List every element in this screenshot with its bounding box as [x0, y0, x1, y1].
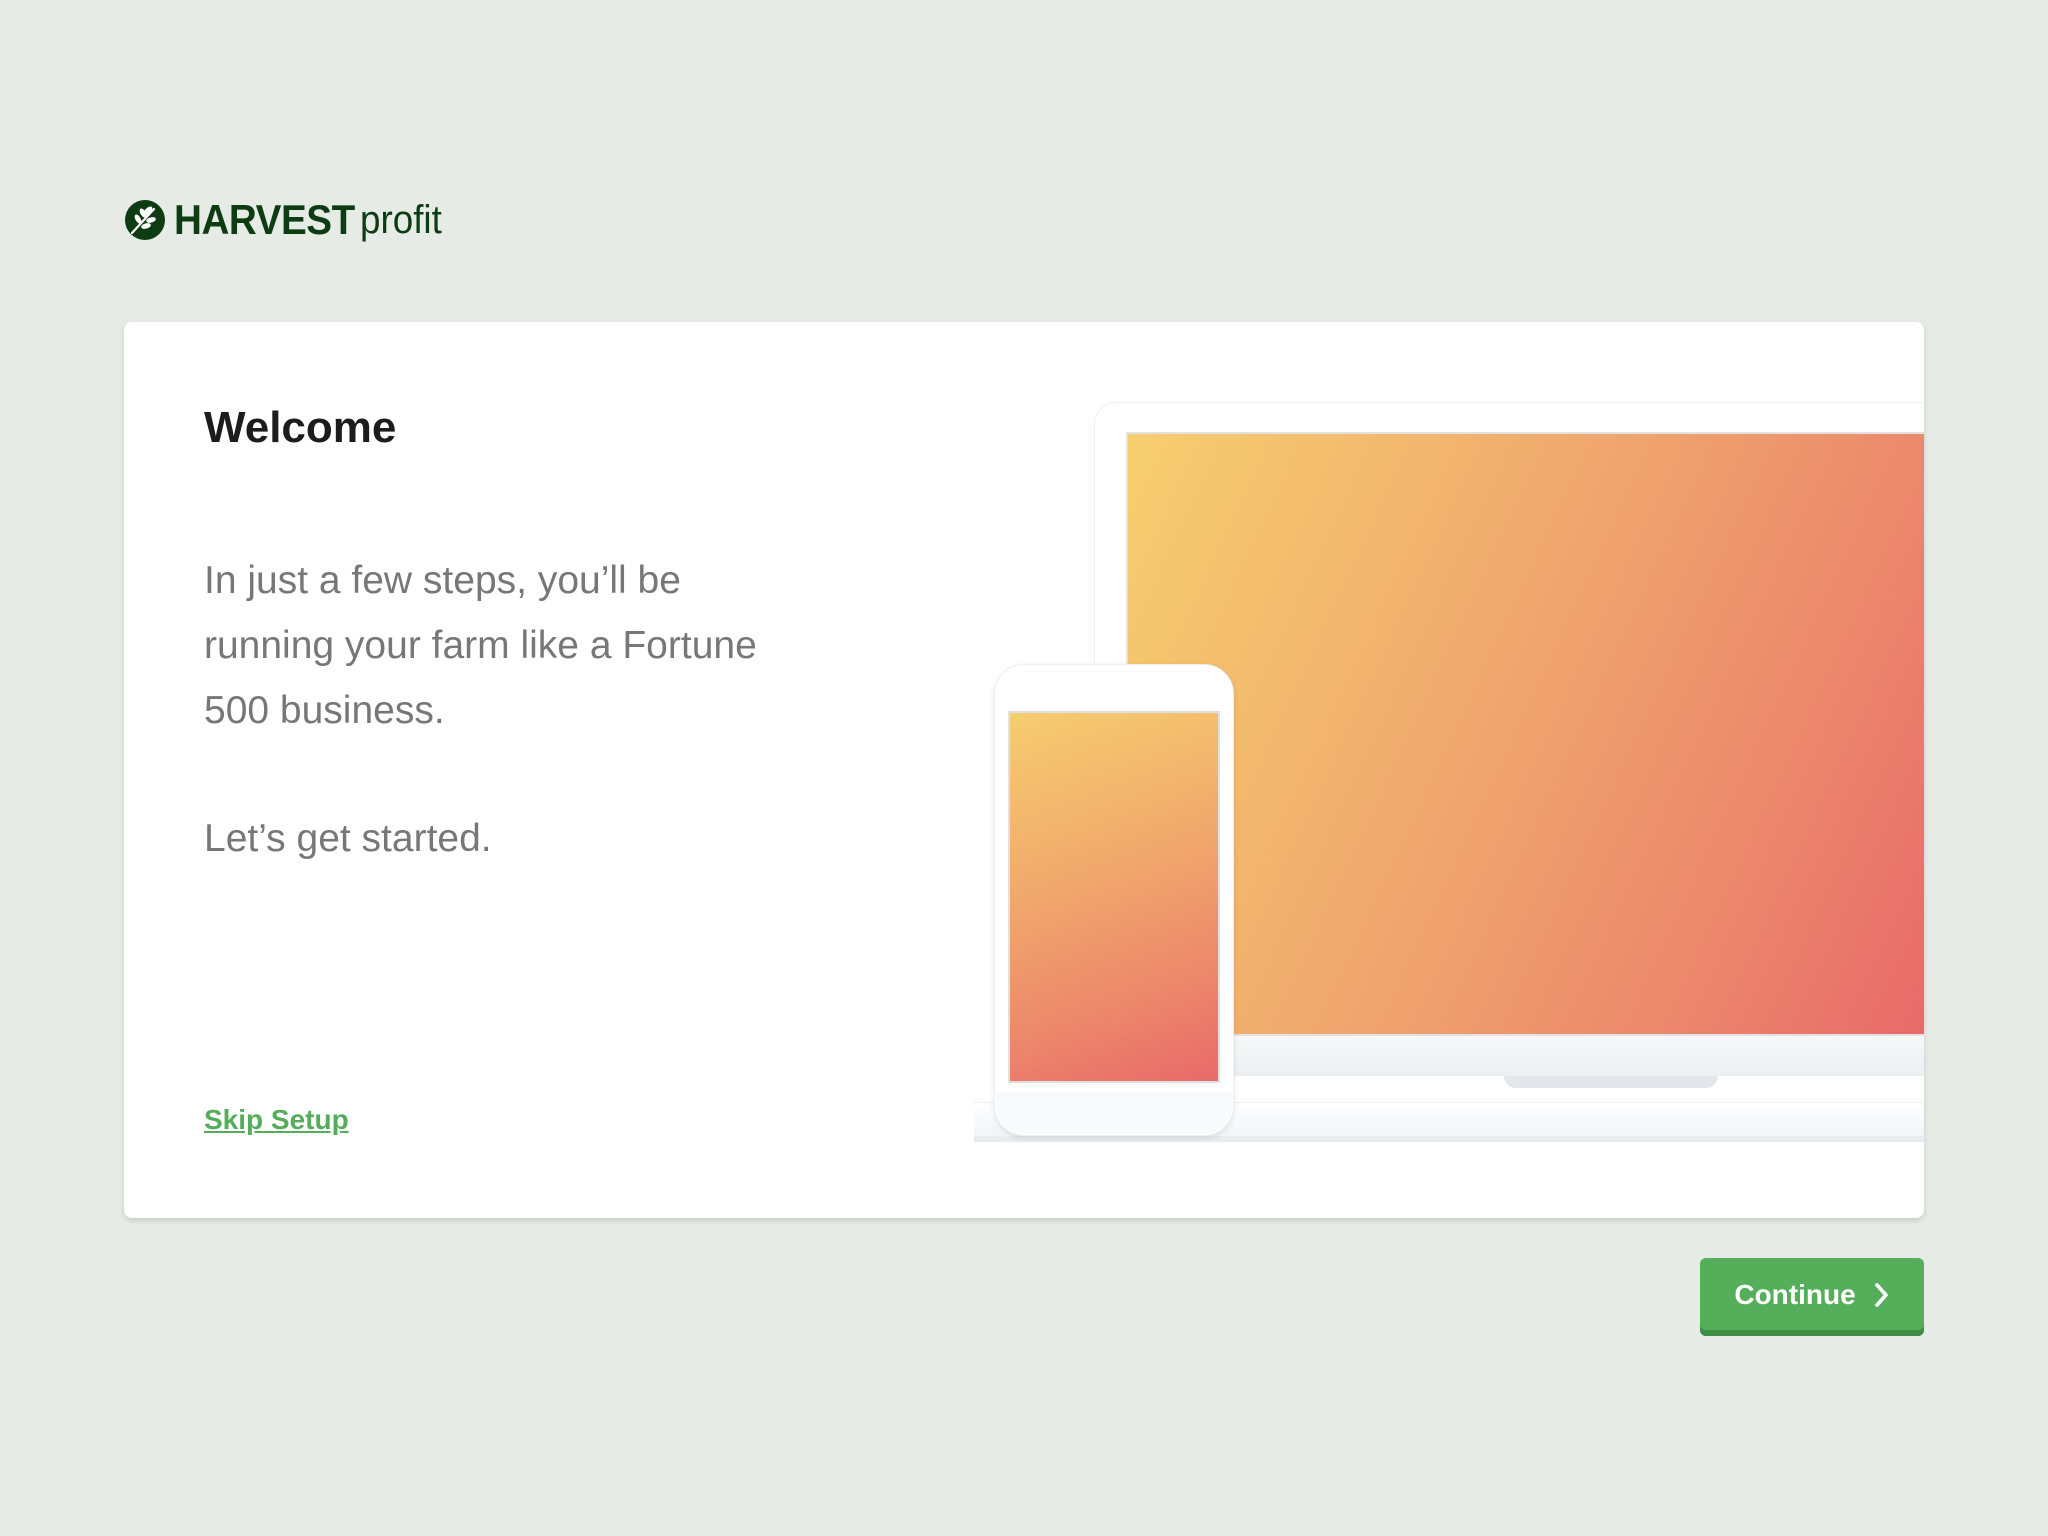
- skip-setup-link[interactable]: Skip Setup: [204, 1104, 349, 1136]
- intro-text: In just a few steps, you’ll be running y…: [204, 559, 757, 732]
- brand-name-light: profit: [360, 197, 443, 242]
- laptop-notch: [1504, 1076, 1718, 1088]
- devices-illustration: [844, 402, 1924, 1142]
- laptop-base: [974, 1136, 1924, 1142]
- welcome-card: Welcome In just a few steps, you’ll be r…: [124, 322, 1924, 1218]
- phone-frame: [994, 664, 1234, 1136]
- laptop-screen: [1126, 432, 1924, 1036]
- continue-button[interactable]: Continue: [1700, 1258, 1924, 1336]
- brand-logo: HARVEST profit: [124, 196, 449, 244]
- brand-name-bold: HARVEST: [174, 196, 355, 243]
- get-started-text: Let’s get started.: [204, 817, 492, 860]
- continue-button-label: Continue: [1734, 1279, 1856, 1310]
- page-title: Welcome: [204, 403, 397, 452]
- phone-chin: [996, 1092, 1232, 1134]
- wheat-leaf-icon: [125, 200, 165, 240]
- phone-screen: [1008, 711, 1220, 1083]
- laptop-keyboard-deck: [1126, 1036, 1924, 1076]
- chevron-right-icon: [1874, 1283, 1888, 1307]
